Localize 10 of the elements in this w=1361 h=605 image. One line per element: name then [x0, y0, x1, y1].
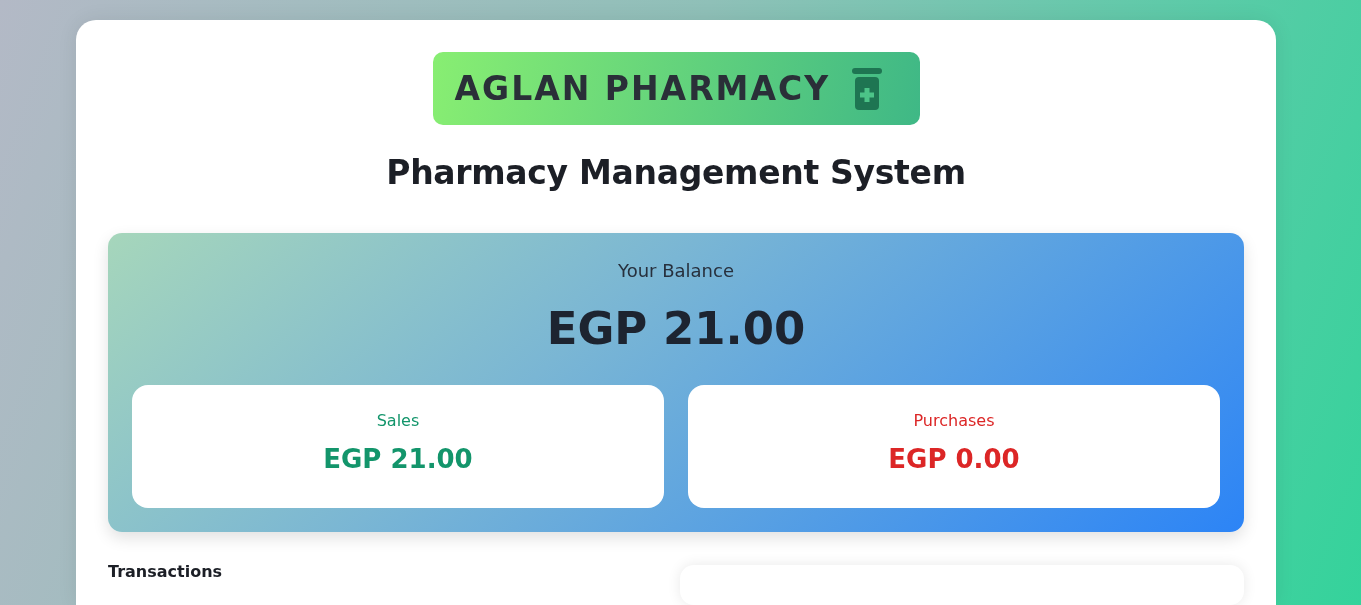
stat-label: Sales [376, 411, 420, 431]
stat-amount: EGP 0.00 [888, 444, 1020, 474]
stat-label: Purchases [913, 411, 995, 431]
stat-amount: EGP 21.00 [323, 444, 473, 474]
section-heading: Transactions [108, 563, 223, 581]
balance-label: Your Balance [618, 259, 734, 283]
medicine-bottle-icon [852, 67, 883, 110]
balance-amount: EGP 21.00 [546, 301, 806, 357]
page-title: Pharmacy Management System [386, 152, 966, 194]
logo-text: AGLAN PHARMACY [454, 69, 831, 108]
